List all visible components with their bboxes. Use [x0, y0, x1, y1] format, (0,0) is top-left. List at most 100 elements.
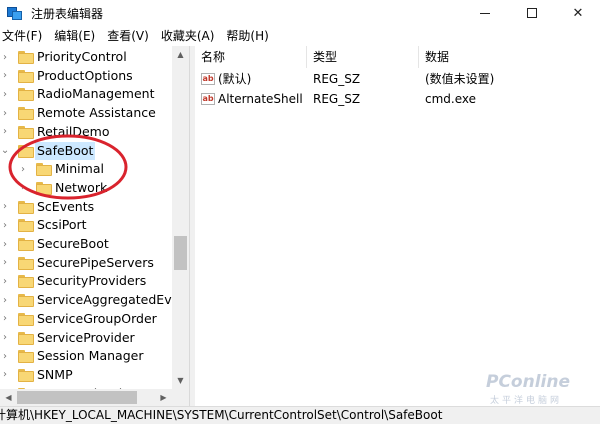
menu-bar: 文件(F) 编辑(E) 查看(V) 收藏夹(A) 帮助(H)	[0, 26, 600, 46]
chevron-right-icon[interactable]: ›	[1, 347, 9, 365]
chevron-right-icon[interactable]: ›	[1, 329, 9, 347]
tree-item-label: RadioManagement	[37, 86, 155, 102]
tree-item-label: SNMP	[37, 366, 73, 382]
tree-item-label: Session Manager	[37, 348, 144, 364]
value-row[interactable]: ab (默认) REG_SZ (数值未设置)	[195, 69, 600, 89]
value-name: (默认)	[218, 72, 252, 86]
tree-item-label: Minimal	[55, 161, 104, 177]
tree-item[interactable]: ⌄ SafeBoot	[0, 141, 190, 160]
tree-item[interactable]: › ProductOptions	[0, 67, 190, 85]
menu-favorites[interactable]: 收藏夹(A)	[155, 26, 221, 46]
maximize-icon	[527, 8, 537, 18]
maximize-button[interactable]	[509, 0, 555, 26]
chevron-right-icon[interactable]: ›	[1, 104, 9, 122]
tree-item-label: Remote Assistance	[37, 105, 156, 121]
chevron-right-icon[interactable]: ›	[1, 123, 9, 141]
scroll-down-icon[interactable]: ▼	[172, 372, 189, 389]
watermark-subtitle: 太平洋电脑网	[490, 396, 563, 406]
chevron-right-icon[interactable]: ›	[1, 48, 9, 66]
folder-icon	[18, 312, 34, 326]
folder-icon	[18, 275, 34, 289]
column-header-type[interactable]: 类型	[307, 46, 419, 68]
chevron-right-icon[interactable]: ›	[1, 291, 9, 309]
tree-item-label: ScEvents	[37, 198, 95, 214]
folder-icon	[18, 331, 34, 345]
chevron-right-icon[interactable]: ›	[1, 254, 9, 272]
chevron-right-icon[interactable]: ›	[1, 85, 9, 103]
tree-item[interactable]: › ScEvents	[0, 198, 190, 216]
tree-item-label: ProductOptions	[37, 67, 133, 83]
chevron-down-icon[interactable]: ⌄	[1, 142, 9, 160]
tree-item[interactable]: › Session Manager	[0, 347, 190, 365]
tree-item-label: ServiceProvider	[37, 329, 135, 345]
tree-horizontal-scrollbar[interactable]: ◀ ▶	[0, 389, 189, 406]
tree-item-label: SecurePipeServers	[37, 254, 154, 270]
chevron-right-icon[interactable]: ›	[1, 216, 9, 234]
chevron-right-icon[interactable]: ›	[19, 160, 27, 178]
chevron-right-icon[interactable]: ›	[1, 235, 9, 253]
string-value-icon: ab	[201, 93, 215, 105]
tree-item[interactable]: › ServiceProvider	[0, 329, 190, 347]
tree-item-label: SecurityProviders	[37, 273, 147, 289]
tree-item-label: ScsiPort	[37, 217, 87, 233]
folder-icon	[18, 51, 34, 64]
value-row[interactable]: ab AlternateShell REG_SZ cmd.exe	[195, 89, 600, 109]
tree-item[interactable]: › ScsiPort	[0, 216, 190, 234]
list-header: 名称 类型 数据	[195, 46, 600, 68]
menu-view[interactable]: 查看(V)	[101, 26, 155, 46]
chevron-right-icon[interactable]: ›	[1, 310, 9, 328]
tree-item[interactable]: › SecureBoot	[0, 235, 190, 253]
tree-item-label: PriorityControl	[37, 49, 127, 64]
scroll-right-icon[interactable]: ▶	[155, 389, 172, 406]
chevron-right-icon[interactable]: ›	[1, 272, 9, 290]
tree-item-label: SecureBoot	[37, 236, 109, 251]
folder-icon	[18, 219, 34, 233]
tree-item[interactable]: › ServiceAggregatedEvents	[0, 291, 190, 309]
column-header-name[interactable]: 名称	[195, 46, 307, 68]
menu-edit[interactable]: 编辑(E)	[48, 26, 101, 46]
hscroll-thumb[interactable]	[17, 391, 137, 404]
tree-item[interactable]: › RetailDemo	[0, 123, 190, 141]
regedit-app-icon	[7, 5, 23, 21]
tree-item[interactable]: › PriorityControl	[0, 48, 190, 66]
registry-tree[interactable]: › PriorityControl › ProductOptions › RadioMan…	[0, 46, 190, 389]
menu-help[interactable]: 帮助(H)	[220, 26, 274, 46]
folder-icon	[18, 107, 34, 121]
tree-item[interactable]: › Remote Assistance	[0, 104, 190, 122]
scroll-thumb[interactable]	[174, 236, 187, 270]
folder-icon	[18, 350, 34, 364]
chevron-right-icon[interactable]: ›	[1, 67, 9, 85]
tree-item-label: ServiceAggregatedEvents	[37, 292, 190, 308]
minimize-icon	[480, 12, 490, 14]
value-name: AlternateShell	[218, 92, 303, 106]
value-data: (数值未设置)	[425, 72, 495, 86]
tree-item-label: ServiceGroupOrder	[37, 310, 157, 326]
folder-icon	[18, 69, 34, 83]
string-value-icon: ab	[201, 73, 215, 85]
chevron-right-icon[interactable]: ›	[1, 198, 9, 216]
tree-item[interactable]: › Minimal	[0, 160, 190, 178]
tree-item[interactable]: › ServiceGroupOrder	[0, 310, 190, 328]
chevron-right-icon[interactable]: ›	[1, 366, 9, 384]
value-data: cmd.exe	[425, 92, 477, 106]
tree-item[interactable]: › SNMP	[0, 366, 190, 384]
scroll-left-icon[interactable]: ◀	[0, 389, 17, 406]
tree-vertical-scrollbar[interactable]: ▲ ▼	[172, 46, 189, 389]
tree-item-label: Network	[55, 179, 108, 195]
menu-file[interactable]: 文件(F)	[0, 26, 48, 46]
scroll-up-icon[interactable]: ▲	[172, 46, 189, 63]
pconline-watermark: PConline 太平洋电脑网	[468, 366, 598, 406]
close-button[interactable]: ✕	[555, 0, 600, 26]
tree-item[interactable]: › Network	[0, 179, 190, 197]
watermark-logo: PConline	[486, 372, 571, 392]
tree-item[interactable]: › RadioManagement	[0, 85, 190, 103]
tree-item[interactable]: › SecurePipeServers	[0, 254, 190, 272]
tree-item-label: SafeBoot	[35, 141, 96, 160]
minimize-button[interactable]	[462, 0, 508, 26]
folder-icon	[36, 163, 52, 177]
tree-item[interactable]: › SecurityProviders	[0, 272, 190, 290]
title-bar: 注册表编辑器 ✕	[0, 0, 600, 26]
folder-icon	[18, 144, 34, 158]
chevron-right-icon[interactable]: ›	[19, 179, 27, 197]
column-header-data[interactable]: 数据	[419, 46, 600, 68]
